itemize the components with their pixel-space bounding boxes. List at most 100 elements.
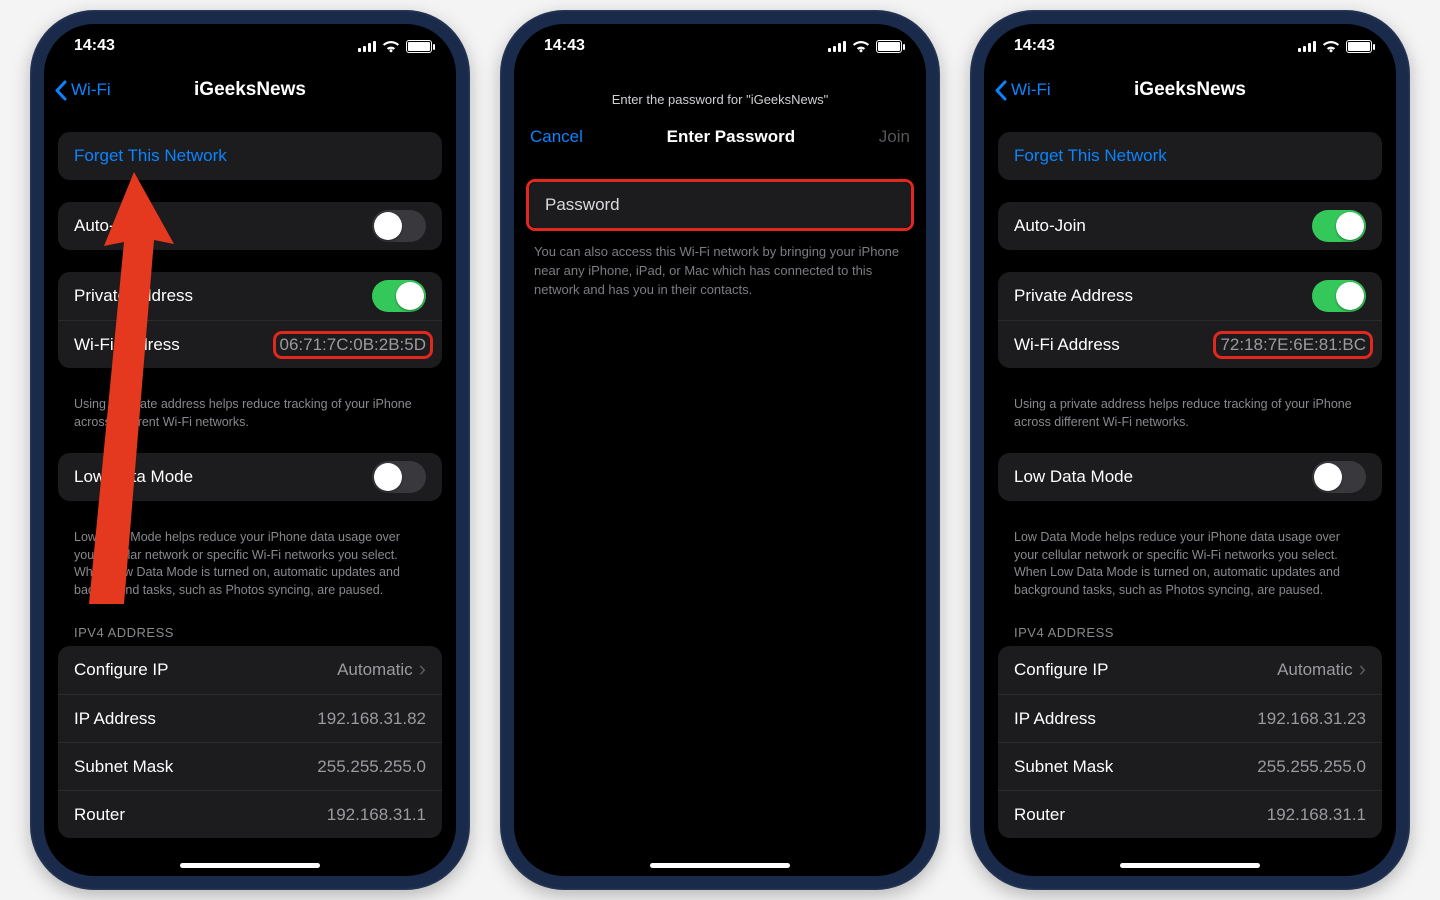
private-address-row[interactable]: Private Address (58, 272, 442, 320)
private-address-row[interactable]: Private Address (998, 272, 1382, 320)
subnet-label: Subnet Mask (74, 757, 173, 777)
phone-left: 14:43 Wi-Fi iGeeksNews Forget This Netwo… (30, 10, 470, 890)
low-data-label: Low Data Mode (74, 467, 193, 487)
subnet-value: 255.255.255.0 (1257, 757, 1366, 777)
status-time: 14:43 (544, 37, 585, 55)
battery-icon (406, 40, 432, 53)
cellular-icon (358, 40, 376, 52)
password-label: Password (545, 195, 620, 215)
status-icons (1298, 40, 1372, 53)
notch (1100, 24, 1280, 52)
low-data-row[interactable]: Low Data Mode (998, 453, 1382, 501)
home-indicator[interactable] (650, 863, 790, 868)
phone-right: 14:43 Wi-Fi iGeeksNews Forget This Netwo… (970, 10, 1410, 890)
auto-join-label: Auto-Join (74, 216, 146, 236)
configure-ip-value: Automatic (337, 660, 426, 680)
back-label: Wi-Fi (71, 80, 111, 100)
wifi-icon (382, 40, 400, 53)
wifi-address-label: Wi-Fi Address (1014, 335, 1120, 355)
back-button[interactable]: Wi-Fi (994, 68, 1051, 112)
join-button[interactable]: Join (879, 127, 910, 147)
battery-icon (876, 40, 902, 53)
auto-join-row[interactable]: Auto-Join (58, 202, 442, 250)
subnet-value: 255.255.255.0 (317, 757, 426, 777)
router-value: 192.168.31.1 (327, 805, 426, 825)
router-row: Router 192.168.31.1 (998, 790, 1382, 838)
wifi-icon (1322, 40, 1340, 53)
home-indicator[interactable] (180, 863, 320, 868)
notch (630, 24, 810, 52)
content[interactable]: Forget This Network Auto-Join Private Ad… (44, 112, 456, 876)
status-icons (828, 40, 902, 53)
ipv4-header: IPV4 ADDRESS (58, 617, 442, 646)
chevron-left-icon (994, 80, 1007, 101)
auto-join-row[interactable]: Auto-Join (998, 202, 1382, 250)
password-field-highlight: Password (526, 179, 914, 231)
content[interactable]: Forget This Network Auto-Join Private Ad… (984, 112, 1396, 876)
wifi-address-row: Wi-Fi Address 72:18:7E:6E:81:BC (998, 320, 1382, 368)
configure-ip-value: Automatic (1277, 660, 1366, 680)
private-address-toggle[interactable] (372, 280, 426, 312)
cancel-button[interactable]: Cancel (530, 127, 583, 147)
ip-address-value: 192.168.31.23 (1257, 709, 1366, 729)
configure-ip-row[interactable]: Configure IP Automatic (998, 646, 1382, 694)
page-title: iGeeksNews (1134, 79, 1246, 101)
screen: 14:43 Enter the password for "iGeeksNews… (514, 24, 926, 876)
wifi-address-value: 72:18:7E:6E:81:BC (1216, 334, 1370, 356)
ip-address-row: IP Address 192.168.31.23 (998, 694, 1382, 742)
private-address-footer: Using a private address helps reduce tra… (998, 390, 1382, 431)
password-field[interactable]: Password (529, 182, 911, 228)
router-label: Router (1014, 805, 1065, 825)
cellular-icon (1298, 40, 1316, 52)
back-button[interactable]: Wi-Fi (54, 68, 111, 112)
back-label: Wi-Fi (1011, 80, 1051, 100)
private-address-toggle[interactable] (1312, 280, 1366, 312)
subnet-label: Subnet Mask (1014, 757, 1113, 777)
private-address-label: Private Address (1014, 286, 1133, 306)
password-prompt: Enter the password for "iGeeksNews" (514, 92, 926, 107)
private-address-label: Private Address (74, 286, 193, 306)
forget-network-button[interactable]: Forget This Network (998, 132, 1382, 180)
modal-title: Enter Password (667, 127, 796, 147)
low-data-footer: Low Data Mode helps reduce your iPhone d… (998, 523, 1382, 599)
ip-address-label: IP Address (1014, 709, 1096, 729)
low-data-label: Low Data Mode (1014, 467, 1133, 487)
screen: 14:43 Wi-Fi iGeeksNews Forget This Netwo… (984, 24, 1396, 876)
wifi-address-value: 06:71:7C:0B:2B:5D (276, 334, 430, 356)
subnet-row: Subnet Mask 255.255.255.0 (998, 742, 1382, 790)
configure-ip-label: Configure IP (1014, 660, 1109, 680)
ip-address-row: IP Address 192.168.31.82 (58, 694, 442, 742)
private-address-footer: Using a private address helps reduce tra… (58, 390, 442, 431)
battery-icon (1346, 40, 1372, 53)
low-data-toggle[interactable] (1312, 461, 1366, 493)
ipv4-header: IPV4 ADDRESS (998, 617, 1382, 646)
wifi-address-row: Wi-Fi Address 06:71:7C:0B:2B:5D (58, 320, 442, 368)
auto-join-toggle[interactable] (1312, 210, 1366, 242)
subnet-row: Subnet Mask 255.255.255.0 (58, 742, 442, 790)
configure-ip-label: Configure IP (74, 660, 169, 680)
home-indicator[interactable] (1120, 863, 1260, 868)
ip-address-value: 192.168.31.82 (317, 709, 426, 729)
low-data-toggle[interactable] (372, 461, 426, 493)
forget-network-button[interactable]: Forget This Network (58, 132, 442, 180)
notch (160, 24, 340, 52)
router-label: Router (74, 805, 125, 825)
screen: 14:43 Wi-Fi iGeeksNews Forget This Netwo… (44, 24, 456, 876)
ip-address-label: IP Address (74, 709, 156, 729)
configure-ip-row[interactable]: Configure IP Automatic (58, 646, 442, 694)
status-icons (358, 40, 432, 53)
password-note: You can also access this Wi-Fi network b… (514, 231, 926, 300)
auto-join-toggle[interactable] (372, 210, 426, 242)
router-row: Router 192.168.31.1 (58, 790, 442, 838)
phone-middle: 14:43 Enter the password for "iGeeksNews… (500, 10, 940, 890)
nav-bar: Wi-Fi iGeeksNews (44, 68, 456, 112)
page-title: iGeeksNews (194, 79, 306, 101)
wifi-address-label: Wi-Fi Address (74, 335, 180, 355)
chevron-left-icon (54, 80, 67, 101)
status-time: 14:43 (74, 37, 115, 55)
low-data-row[interactable]: Low Data Mode (58, 453, 442, 501)
status-time: 14:43 (1014, 37, 1055, 55)
nav-bar: Wi-Fi iGeeksNews (984, 68, 1396, 112)
wifi-icon (852, 40, 870, 53)
modal-nav: Cancel Enter Password Join (514, 117, 926, 157)
